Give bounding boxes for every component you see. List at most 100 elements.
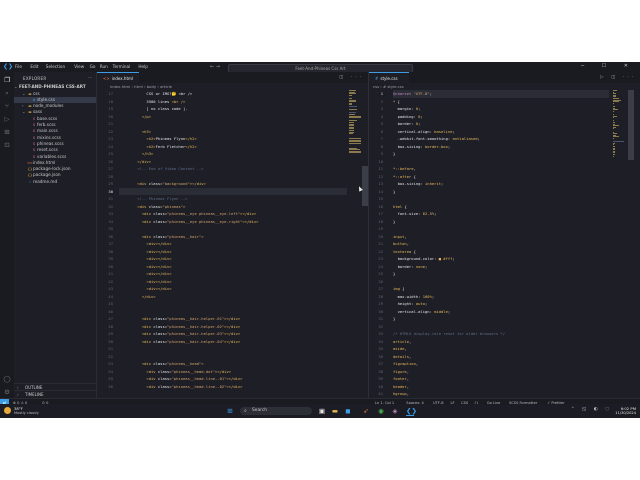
code-line[interactable]: header, <box>393 383 609 391</box>
code-line[interactable]: <div class="phineas__hair-helper-01"></d… <box>119 315 347 323</box>
code-line[interactable]: <div class="background"></div> <box>119 180 347 188</box>
code-line[interactable]: box-sizing: border-box; <box>393 143 609 151</box>
code-line[interactable]: margin: 0; <box>393 105 609 113</box>
menu-help[interactable]: Help <box>138 64 148 69</box>
clock[interactable]: 6:02 PM 11/30/2024 <box>615 406 636 415</box>
code-line[interactable]: 3500 lines <br /> <box>119 98 347 106</box>
code-line[interactable]: <div></div> <box>119 263 347 271</box>
code-line[interactable]: <!-- Phineas Flynn --> <box>119 195 347 203</box>
minimap-right[interactable] <box>612 90 626 406</box>
code-line[interactable]: <div class="phineas__head-line--02"></di… <box>119 383 347 391</box>
gear-icon[interactable]: ⚙ <box>3 388 11 396</box>
code-line[interactable] <box>119 120 347 128</box>
source-control-icon[interactable]: ⑂ <box>3 102 11 110</box>
code-editor-left[interactable]: 17 CSS or IMG?🤔 <br /> 18 3500 lines <br … <box>97 90 347 406</box>
explorer-icon[interactable]: ❐ <box>3 76 11 84</box>
code-line[interactable]: </div> <box>119 293 347 301</box>
code-line[interactable]: </h3> <box>119 150 347 158</box>
code-line[interactable] <box>119 308 347 316</box>
window-controls[interactable]: ─ ☐ ✕ <box>581 63 636 69</box>
run-debug-icon[interactable]: ▷ <box>3 115 11 123</box>
code-line[interactable]: textarea { <box>393 248 609 256</box>
code-line[interactable] <box>393 195 609 203</box>
menu-go[interactable]: Go <box>90 64 96 69</box>
workspace-root[interactable]: ⌄FEET-AND-PHINEAS CSS-ART <box>14 84 96 90</box>
code-line[interactable]: } <box>393 270 609 278</box>
code-line[interactable]: } <box>393 150 609 158</box>
code-line[interactable]: <h2>Phineas Flynn</h2> <box>119 135 347 143</box>
code-line[interactable] <box>119 173 347 181</box>
code-line[interactable]: } <box>393 218 609 226</box>
code-line[interactable]: background-color: ■ #fff; <box>393 255 609 263</box>
code-line[interactable]: aside, <box>393 345 609 353</box>
chrome-icon[interactable]: ◉ <box>377 407 385 415</box>
code-line[interactable]: <div></div> <box>119 248 347 256</box>
extensions-icon[interactable]: ⊞ <box>3 128 11 136</box>
more-actions-icon[interactable]: ··· <box>88 75 92 80</box>
code-line[interactable]: img { <box>393 285 609 293</box>
code-line[interactable]: figcaption, <box>393 360 609 368</box>
code-line[interactable]: [ no class code ]. <box>119 105 347 113</box>
code-line[interactable]: <h3> <box>119 128 347 136</box>
code-line[interactable]: border: 0; <box>393 120 609 128</box>
code-line[interactable]: /* HTML5 display-role reset for older br… <box>393 330 609 338</box>
code-line[interactable] <box>119 225 347 233</box>
code-line[interactable]: vertical-align: middle; <box>393 308 609 316</box>
code-line[interactable]: details, <box>393 353 609 361</box>
menu-selection[interactable]: Selection <box>46 64 65 69</box>
code-line[interactable]: <div class="phineas__hair-helper-04"></d… <box>119 338 347 346</box>
code-line[interactable] <box>393 158 609 166</box>
menu-terminal[interactable]: Terminal <box>113 64 131 69</box>
taskbar-search[interactable]: ⌕ Search <box>240 407 312 415</box>
nav-arrows-icon[interactable]: ← → <box>210 64 220 70</box>
code-line[interactable]: height: auto; <box>393 300 609 308</box>
menu-file[interactable]: File <box>15 64 22 69</box>
timeline-section[interactable]: › TIMELINE <box>14 390 96 398</box>
menu-view[interactable]: View <box>74 64 84 69</box>
remote-explorer-icon[interactable]: ⊡ <box>3 141 11 149</box>
code-line[interactable]: box-sizing: inherit; <box>393 180 609 188</box>
code-line[interactable]: </p> <box>119 113 347 121</box>
system-tray-icons[interactable]: ⌃ ◱ ◐ ◌ <box>571 407 612 412</box>
code-line[interactable]: -webkit-font-smoothing: antialiased; <box>393 135 609 143</box>
code-line[interactable] <box>393 225 609 233</box>
search-icon[interactable]: ⌕ <box>3 89 11 97</box>
code-line[interactable]: *::before, <box>393 165 609 173</box>
code-line[interactable] <box>119 353 347 361</box>
code-line[interactable]: * { <box>393 98 609 106</box>
code-line[interactable] <box>393 278 609 286</box>
code-line[interactable]: <div class="phineas__head"> <box>119 360 347 368</box>
run-and-split-icon[interactable]: ▷ ◫ ··· <box>600 75 636 80</box>
menu-edit[interactable]: Edit <box>30 64 38 69</box>
code-line[interactable]: <div class="phineas__eye phineas__eye-le… <box>119 210 347 218</box>
code-line[interactable]: <div class="phineas"> <box>119 203 347 211</box>
code-line[interactable]: font-size: 62.5%; <box>393 210 609 218</box>
code-line[interactable]: <div></div> <box>119 270 347 278</box>
code-line[interactable]: <div></div> <box>119 285 347 293</box>
code-line[interactable]: </div> <box>119 158 347 166</box>
color-picker-icon[interactable]: ◈ <box>391 407 399 415</box>
file-explorer-icon[interactable]: ▬ <box>331 407 339 415</box>
split-editor-icon[interactable]: ◫ ··· <box>339 75 364 80</box>
store-icon[interactable]: ◼ <box>344 407 352 415</box>
windows-start-icon[interactable]: ⊞ <box>226 407 234 415</box>
code-line[interactable]: hgroup, <box>393 390 609 398</box>
code-line[interactable]: max-width: 100%; <box>393 293 609 301</box>
code-line[interactable]: <!-- End of Video Content --> <box>119 165 347 173</box>
code-line[interactable]: *::after { <box>393 173 609 181</box>
code-line[interactable]: <div class="phineas__head-line--01"></di… <box>119 375 347 383</box>
code-line[interactable]: <div></div> <box>119 240 347 248</box>
minimap-left[interactable] <box>348 90 362 406</box>
code-line[interactable] <box>119 300 347 308</box>
vscode-taskbar-icon[interactable]: ❮❯ <box>406 407 417 416</box>
code-line[interactable]: <div></div> <box>119 278 347 286</box>
code-line[interactable]: html { <box>393 203 609 211</box>
code-line[interactable]: <div class="phineas__eye phineas__eye-ri… <box>119 218 347 226</box>
tree-item-readme-md[interactable]: i readme.md <box>14 179 96 185</box>
task-view-icon[interactable]: ▣ <box>318 407 326 415</box>
code-line[interactable]: vertical-align: baseline; <box>393 128 609 136</box>
scrollbar-right[interactable] <box>628 90 634 160</box>
code-line[interactable]: border: none; <box>393 263 609 271</box>
code-line[interactable]: article, <box>393 338 609 346</box>
code-line[interactable] <box>119 187 347 195</box>
